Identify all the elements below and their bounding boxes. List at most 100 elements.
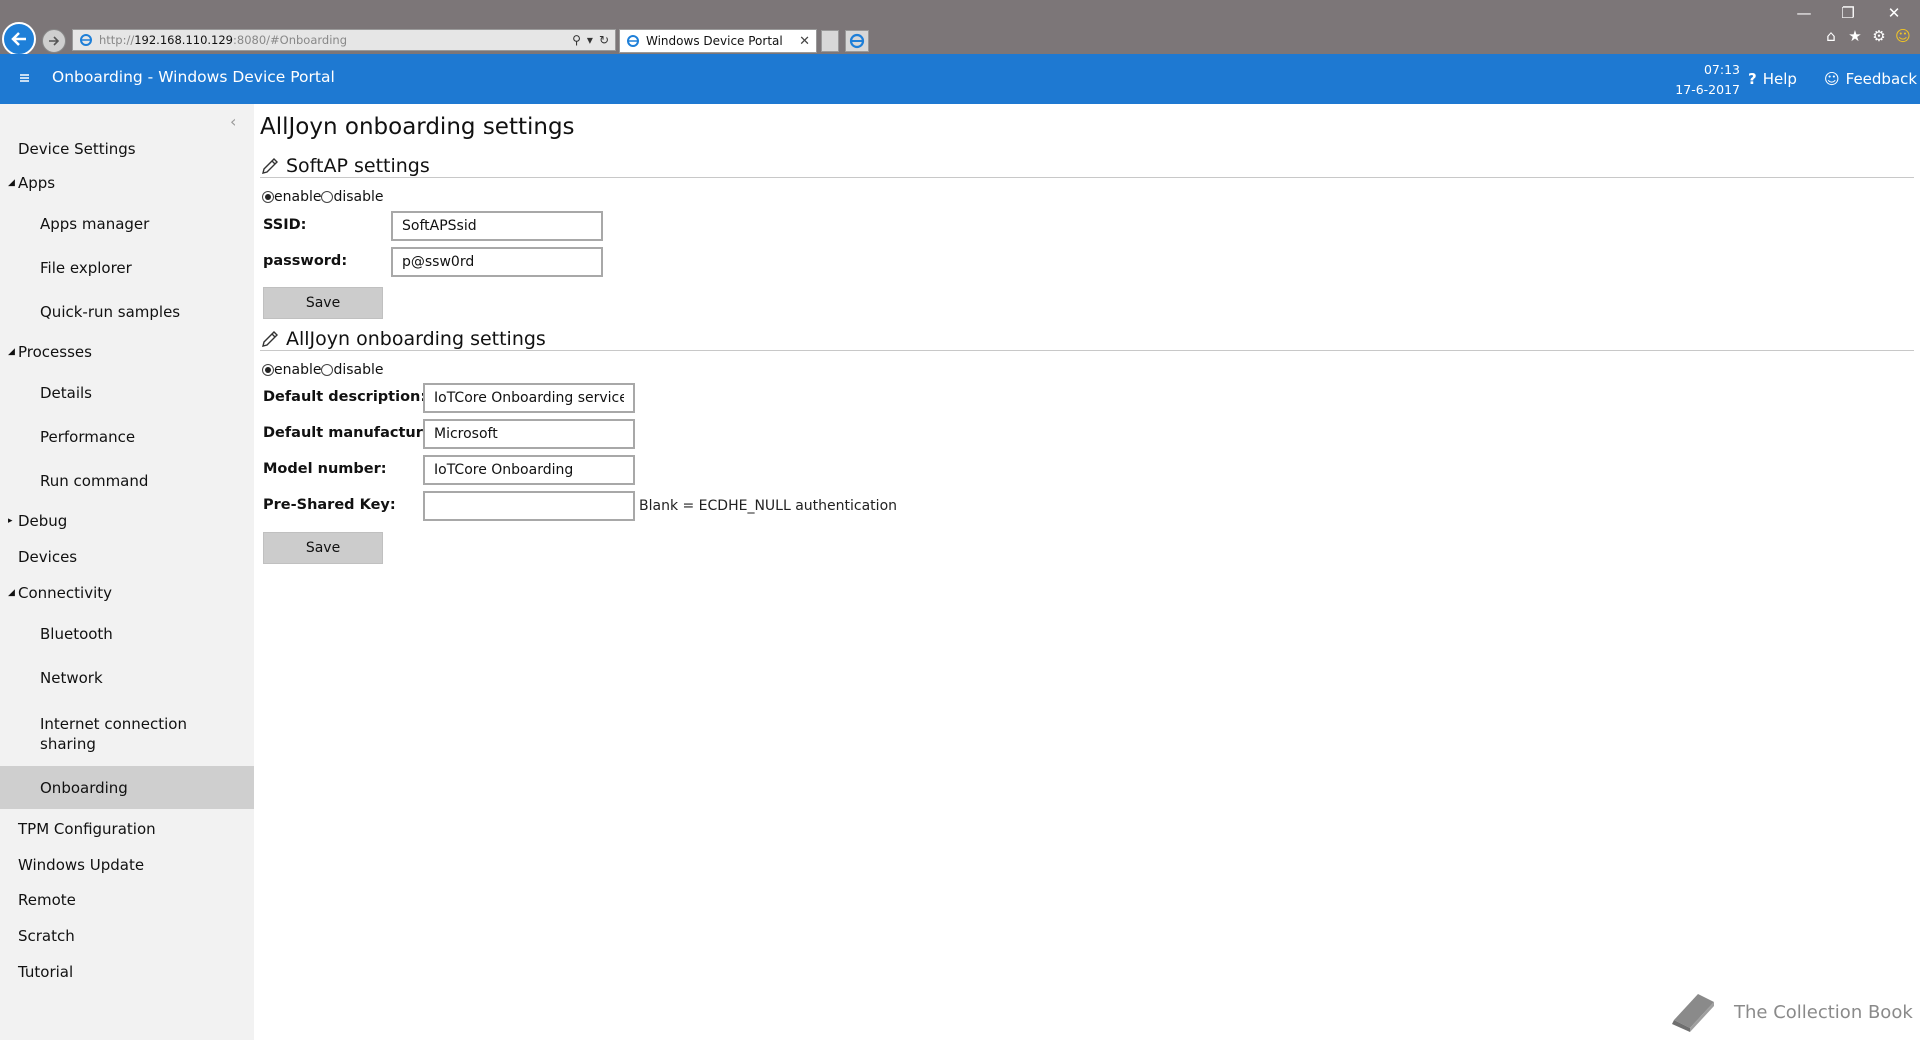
book-icon [1672, 994, 1714, 1032]
feedback-button[interactable]: ☺ Feedback [1824, 70, 1917, 88]
sidebar-group-apps[interactable]: ◢ Apps [0, 163, 254, 203]
sidebar: ‹ Device Settings ◢ Apps Apps manager Fil… [0, 104, 254, 1040]
radio-label: enable [274, 189, 322, 205]
help-label: Help [1762, 70, 1797, 88]
ie-favicon-icon [627, 35, 639, 47]
sidebar-item-run-command[interactable]: Run command [0, 461, 254, 501]
sidebar-item-windows-update[interactable]: Windows Update [0, 845, 254, 885]
sidebar-item-tpm-configuration[interactable]: TPM Configuration [0, 809, 254, 849]
ssid-label: SSID: [263, 217, 307, 233]
sidebar-item-label: Quick-run samples [40, 303, 181, 321]
sidebar-item-label: Remote [18, 891, 76, 909]
smiley-feedback-icon[interactable]: ☺ [1892, 27, 1914, 45]
softap-section-header: SoftAP settings [260, 154, 1914, 178]
sidebar-item-label: TPM Configuration [18, 820, 156, 838]
password-label: password: [263, 253, 348, 269]
smiley-icon: ☺ [1824, 70, 1840, 88]
model-number-input[interactable] [423, 455, 635, 485]
refresh-icon[interactable]: ↻ [599, 33, 609, 47]
sidebar-item-label: Onboarding [40, 778, 128, 797]
sidebar-item-tutorial[interactable]: Tutorial [0, 952, 254, 992]
sidebar-item-label: Processes [18, 343, 92, 361]
sidebar-item-file-explorer[interactable]: File explorer [0, 248, 254, 288]
restore-icon[interactable]: ❐ [1834, 4, 1862, 22]
browser-tab[interactable]: Windows Device Portal ✕ [619, 29, 817, 53]
sidebar-group-connectivity[interactable]: ◢ Connectivity [0, 573, 254, 613]
softap-radio-group: enable disable [262, 189, 384, 205]
sidebar-item-label: Windows Update [18, 856, 145, 874]
sidebar-group-processes[interactable]: ◢ Processes [0, 332, 254, 372]
minimize-icon[interactable]: — [1790, 4, 1818, 22]
sidebar-item-network[interactable]: Network [0, 658, 254, 698]
clock-time: 07:13 [1703, 62, 1740, 77]
alljoyn-disable-radio[interactable] [321, 364, 334, 376]
sidebar-group-debug[interactable]: ▸ Debug [0, 501, 254, 541]
page-title: AllJoyn onboarding settings [260, 114, 575, 140]
caret-right-icon: ▸ [8, 516, 13, 526]
forward-button[interactable] [42, 29, 66, 53]
default-manufacturer-input[interactable] [423, 419, 635, 449]
edge-button[interactable] [845, 30, 869, 52]
softap-disable-radio[interactable] [321, 191, 334, 203]
sidebar-item-label: Apps manager [40, 215, 150, 233]
close-window-icon[interactable]: ✕ [1880, 4, 1908, 22]
hamburger-menu-icon[interactable] [14, 68, 34, 88]
sidebar-item-onboarding[interactable]: Onboarding [0, 766, 254, 809]
section-title: SoftAP settings [286, 154, 430, 177]
favorites-star-icon[interactable]: ★ [1844, 27, 1866, 45]
clock-date: 17-6-2017 [1675, 82, 1740, 97]
gear-icon[interactable]: ⚙ [1868, 27, 1890, 45]
arrow-left-icon [11, 32, 26, 46]
close-tab-icon[interactable]: ✕ [799, 34, 810, 49]
sidebar-item-label: Run command [40, 472, 149, 490]
sidebar-item-label: Debug [18, 512, 68, 530]
tab-title: Windows Device Portal [646, 34, 783, 48]
pre-shared-key-label: Pre-Shared Key: [263, 497, 396, 513]
section-title: AllJoyn onboarding settings [286, 327, 546, 350]
alljoyn-save-button[interactable]: Save [263, 532, 383, 564]
softap-enable-radio[interactable] [262, 191, 274, 203]
sidebar-item-internet-connection-sharing[interactable]: Internet connection sharing [0, 710, 254, 758]
radio-label: disable [333, 362, 384, 378]
pre-shared-key-hint: Blank = ECDHE_NULL authentication [639, 498, 898, 514]
sidebar-item-label: File explorer [40, 259, 132, 277]
search-icon[interactable]: ⚲ [572, 33, 581, 47]
address-bar[interactable]: http://192.168.110.129:8080/#Onboarding … [72, 29, 616, 51]
sidebar-item-quick-run-samples[interactable]: Quick-run samples [0, 292, 254, 332]
pre-shared-key-input[interactable] [423, 491, 635, 521]
arrow-right-icon [49, 36, 60, 46]
radio-label: disable [333, 189, 384, 205]
softap-save-button[interactable]: Save [263, 287, 383, 319]
default-description-label: Default description: [263, 389, 427, 405]
help-button[interactable]: ? Help [1748, 70, 1797, 88]
default-description-input[interactable] [423, 383, 635, 413]
back-button[interactable] [2, 22, 36, 56]
new-tab-button[interactable] [821, 30, 839, 52]
sidebar-item-label: Device Settings [18, 140, 136, 158]
caret-down-icon: ◢ [8, 588, 15, 598]
app-title: Onboarding - Windows Device Portal [52, 68, 335, 86]
feedback-label: Feedback [1845, 70, 1918, 88]
browser-chrome: http://192.168.110.129:8080/#Onboarding … [0, 0, 1920, 56]
sidebar-item-label: Tutorial [18, 963, 74, 981]
sidebar-item-devices[interactable]: Devices [0, 537, 254, 577]
caret-down-icon: ◢ [8, 347, 15, 357]
sidebar-item-bluetooth[interactable]: Bluetooth [0, 614, 254, 654]
ssid-input[interactable] [391, 211, 603, 241]
alljoyn-enable-radio[interactable] [262, 364, 274, 376]
dropdown-icon[interactable]: ▾ [587, 33, 593, 47]
home-icon[interactable]: ⌂ [1820, 27, 1842, 45]
sidebar-item-apps-manager[interactable]: Apps manager [0, 204, 254, 244]
address-text: http://192.168.110.129:8080/#Onboarding [99, 33, 347, 47]
clock: 07:13 17-6-2017 [1630, 60, 1740, 100]
sidebar-item-performance[interactable]: Performance [0, 417, 254, 457]
sidebar-item-label: Internet connection sharing [40, 715, 187, 753]
sidebar-item-details[interactable]: Details [0, 373, 254, 413]
radio-label: enable [274, 362, 322, 378]
sidebar-item-label: Bluetooth [40, 625, 113, 643]
pencil-icon [262, 330, 278, 347]
default-manufacturer-label: Default manufacturer: [263, 425, 446, 441]
sidebar-item-remote[interactable]: Remote [0, 880, 254, 920]
password-input[interactable] [391, 247, 603, 277]
sidebar-item-scratch[interactable]: Scratch [0, 916, 254, 956]
